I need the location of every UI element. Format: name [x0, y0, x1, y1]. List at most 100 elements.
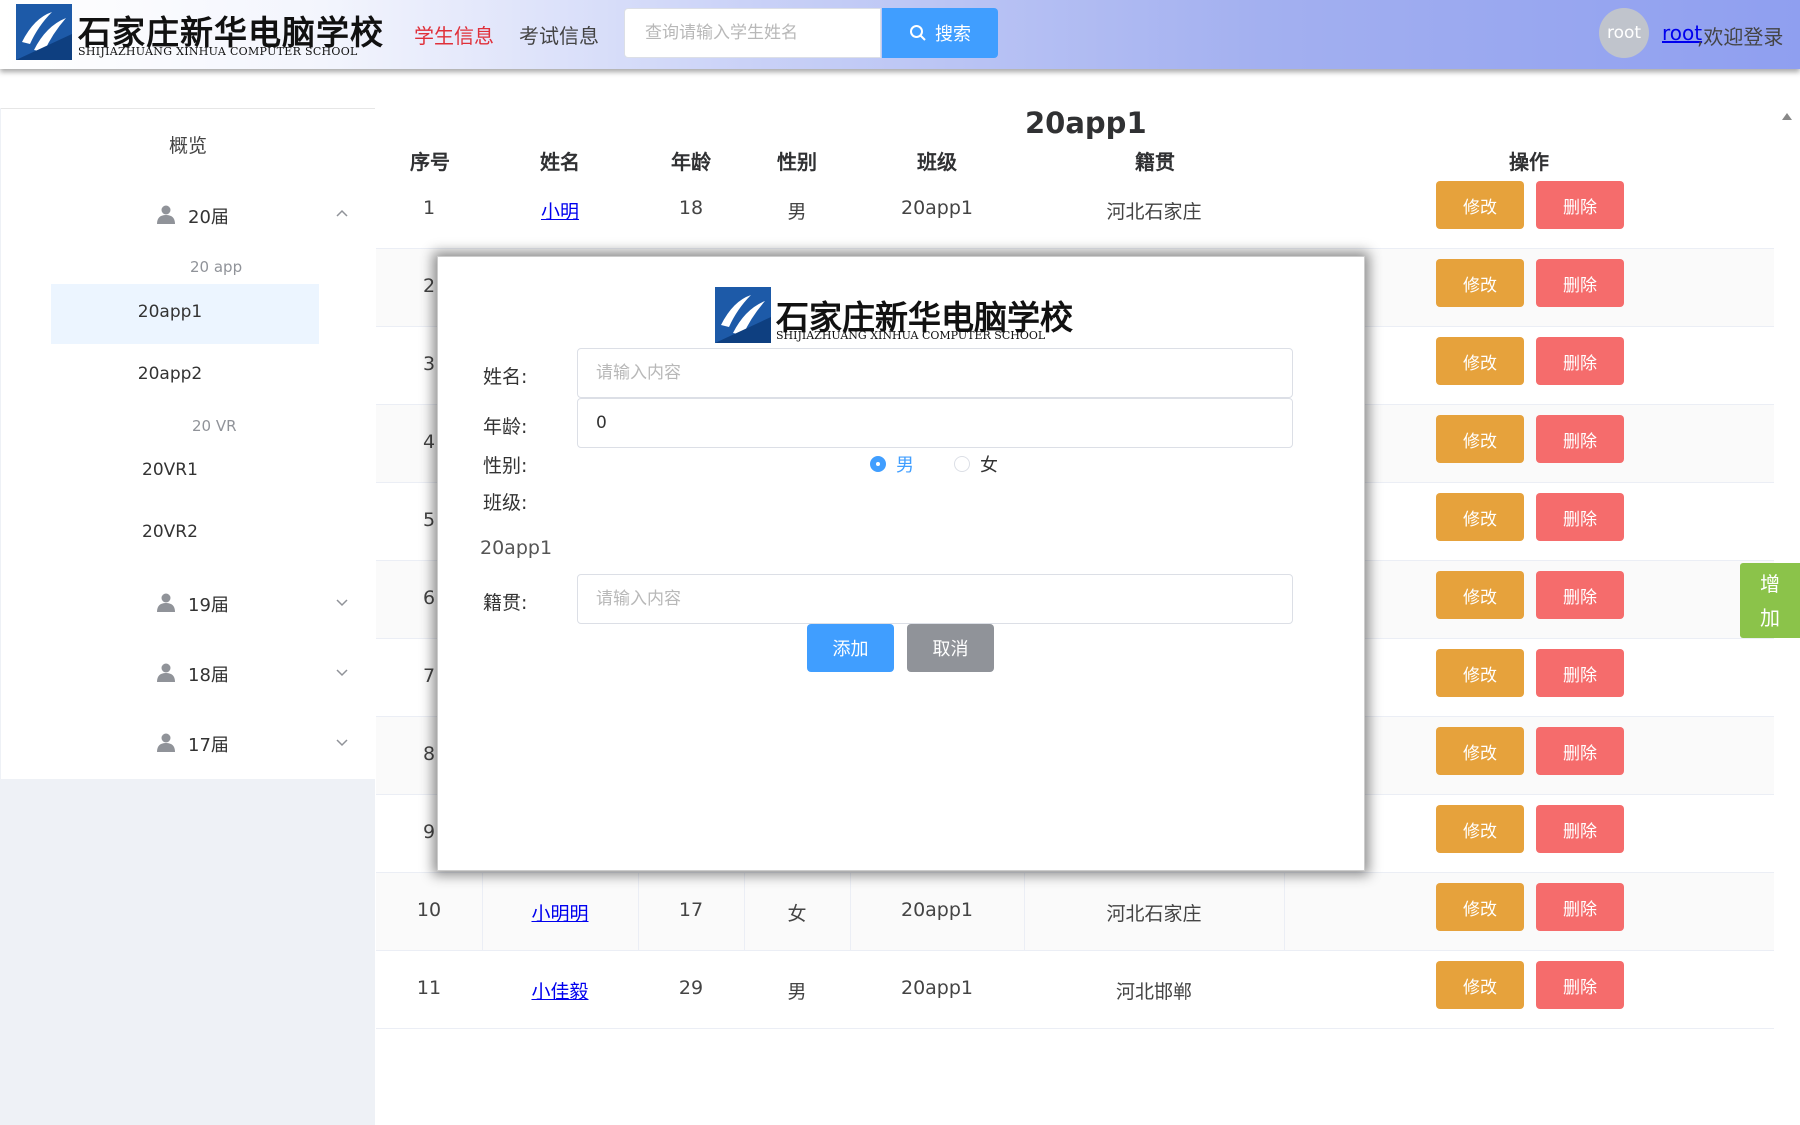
scroll-up-arrow-icon[interactable]	[1782, 113, 1792, 120]
class-label: 班级:	[483, 492, 528, 514]
age-label: 年龄:	[483, 416, 528, 438]
delete-button[interactable]: 删除	[1536, 805, 1624, 853]
search-icon	[910, 25, 926, 41]
cell-no: 11	[416, 977, 442, 999]
search-button[interactable]: 搜索	[882, 8, 998, 58]
cell-origin: 河北邯郸	[1115, 981, 1192, 1003]
cell-gender: 男	[787, 981, 807, 1003]
sidebar-item-label: 20VR1	[142, 460, 198, 480]
delete-button[interactable]: 删除	[1536, 415, 1624, 463]
edit-button[interactable]: 修改	[1436, 727, 1524, 775]
sidebar-group-label: 18届	[188, 665, 229, 686]
delete-button[interactable]: 删除	[1536, 649, 1624, 697]
floating-add-label: 增	[1760, 571, 1780, 596]
sidebar-group-17[interactable]: 17届	[1, 714, 375, 770]
edit-button[interactable]: 修改	[1436, 649, 1524, 697]
gender-radio-male[interactable]: 男	[870, 451, 914, 477]
name-label: 姓名:	[483, 366, 528, 388]
sidebar-item-20app1[interactable]: 20app1	[51, 284, 319, 344]
sidebar-item-20app2[interactable]: 20app2	[51, 346, 319, 406]
logo-subtext: SHIJIAZHUANG XINHUA COMPUTER SCHOOL	[78, 45, 358, 58]
user-icon	[157, 205, 175, 224]
table-title: 20app1	[1025, 106, 1147, 140]
sidebar-item-label: 20VR2	[142, 522, 198, 542]
cell-origin: 河北石家庄	[1106, 903, 1202, 925]
age-field[interactable]	[577, 398, 1293, 448]
origin-field[interactable]	[577, 574, 1293, 624]
welcome-text: ,欢迎登录	[1697, 25, 1784, 49]
user-icon	[157, 663, 175, 682]
sidebar-group-label: 20届	[188, 207, 229, 228]
sidebar-group-18[interactable]: 18届	[1, 644, 375, 700]
dialog-logo: 石家庄新华电脑学校 SHIJIAZHUANG XINHUA COMPUTER S…	[714, 283, 1074, 345]
table-row: 10 小明明 17 女 20app1 河北石家庄 修改 删除	[376, 873, 1774, 951]
edit-button[interactable]: 修改	[1436, 883, 1524, 931]
delete-button[interactable]: 删除	[1536, 961, 1624, 1009]
chevron-down-icon	[336, 669, 348, 677]
cell-class: 20app1	[900, 899, 974, 921]
add-student-dialog: 石家庄新华电脑学校 SHIJIAZHUANG XINHUA COMPUTER S…	[437, 256, 1365, 871]
name-field[interactable]	[577, 348, 1293, 398]
delete-button[interactable]: 删除	[1536, 493, 1624, 541]
edit-button[interactable]: 修改	[1436, 415, 1524, 463]
add-button[interactable]: 添加	[807, 624, 894, 672]
delete-button[interactable]: 删除	[1536, 571, 1624, 619]
dialog-logo-subtext: SHIJIAZHUANG XINHUA COMPUTER SCHOOL	[776, 329, 1046, 342]
edit-button[interactable]: 修改	[1436, 337, 1524, 385]
cell-gender: 男	[787, 201, 807, 223]
cell-age: 17	[678, 899, 704, 921]
cell-no: 1	[422, 197, 436, 219]
sidebar-title[interactable]: 概览	[1, 131, 375, 158]
radio-label: 女	[980, 455, 998, 476]
student-name-link[interactable]: 小佳毅	[482, 977, 638, 1004]
edit-button[interactable]: 修改	[1436, 571, 1524, 619]
sidebar-item-label: 20app2	[137, 364, 203, 384]
delete-button[interactable]: 删除	[1536, 727, 1624, 775]
cell-class: 20app1	[900, 977, 974, 999]
student-name-link[interactable]: 小明	[482, 197, 638, 224]
school-logo: 石家庄新华电脑学校 SHIJIAZHUANG XINHUA COMPUTER S…	[16, 2, 383, 62]
sidebar-item-20vr2[interactable]: 20VR2	[51, 504, 319, 564]
student-name-link[interactable]: 小明明	[482, 899, 638, 926]
chevron-up-icon	[336, 209, 348, 217]
school-emblem-icon	[16, 4, 72, 60]
cell-origin: 河北石家庄	[1106, 201, 1202, 223]
edit-button[interactable]: 修改	[1436, 259, 1524, 307]
edit-button[interactable]: 修改	[1436, 493, 1524, 541]
edit-button[interactable]: 修改	[1436, 805, 1524, 853]
sidebar-item-label: 20app1	[137, 302, 203, 322]
sidebar-group-20[interactable]: 20届	[1, 186, 375, 242]
sidebar-item-20vr1[interactable]: 20VR1	[51, 442, 319, 502]
cell-gender: 女	[787, 903, 807, 925]
sidebar: 概览 20届 20 app 20app1 20app2 20 VR 20VR1 …	[1, 108, 375, 779]
sidebar-group-label: 17届	[188, 735, 229, 756]
cell-age: 18	[678, 197, 704, 219]
edit-button[interactable]: 修改	[1436, 961, 1524, 1009]
gender-radio-female[interactable]: 女	[954, 451, 998, 477]
user-icon	[157, 733, 175, 752]
cancel-button[interactable]: 取消	[907, 624, 994, 672]
delete-button[interactable]: 删除	[1536, 259, 1624, 307]
school-emblem-icon	[715, 287, 771, 343]
search-input[interactable]	[624, 8, 881, 58]
avatar[interactable]: root	[1599, 8, 1649, 58]
edit-button[interactable]: 修改	[1436, 181, 1524, 229]
delete-button[interactable]: 删除	[1536, 337, 1624, 385]
chevron-down-icon	[336, 739, 348, 747]
floating-add-label: 加	[1760, 605, 1780, 630]
search-button-label: 搜索	[935, 24, 971, 45]
class-value: 20app1	[480, 537, 553, 559]
floating-add-button[interactable]: 增 加	[1740, 563, 1800, 638]
sidebar-group-label: 19届	[188, 595, 229, 616]
user-icon	[157, 593, 175, 612]
sidebar-group-19[interactable]: 19届	[1, 574, 375, 630]
table-row: 1 小明 18 男 20app1 河北石家庄 修改 删除	[376, 171, 1774, 249]
delete-button[interactable]: 删除	[1536, 181, 1624, 229]
delete-button[interactable]: 删除	[1536, 883, 1624, 931]
sidebar-subgroup-title: 20 app	[190, 258, 243, 276]
nav-exam-info[interactable]: 考试信息	[519, 20, 599, 49]
table-row: 11 小佳毅 29 男 20app1 河北邯郸 修改 删除	[376, 951, 1774, 1029]
top-header: 石家庄新华电脑学校 SHIJIAZHUANG XINHUA COMPUTER S…	[0, 0, 1800, 69]
chevron-down-icon	[336, 599, 348, 607]
nav-student-info[interactable]: 学生信息	[414, 20, 494, 49]
